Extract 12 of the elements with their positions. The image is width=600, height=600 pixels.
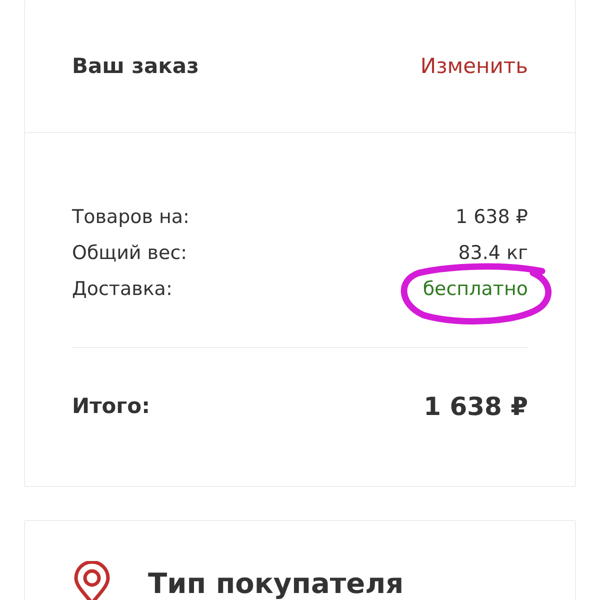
total-label: Итого: bbox=[72, 394, 150, 418]
summary-label: Общий вес: bbox=[72, 242, 188, 264]
edit-link[interactable]: Изменить bbox=[420, 54, 528, 78]
summary-value: 1 638 ₽ bbox=[455, 206, 528, 228]
location-pin-icon bbox=[72, 561, 112, 600]
section-title: Тип покупателя bbox=[148, 566, 404, 600]
section-title: Ваш заказ bbox=[72, 54, 199, 78]
summary-label: Товаров на: bbox=[72, 206, 190, 228]
summary-value: бесплатно bbox=[422, 278, 528, 300]
summary-label: Доставка: bbox=[72, 278, 172, 300]
summary-value: 83.4 кг bbox=[458, 242, 528, 264]
total-value: 1 638 ₽ bbox=[424, 392, 528, 420]
